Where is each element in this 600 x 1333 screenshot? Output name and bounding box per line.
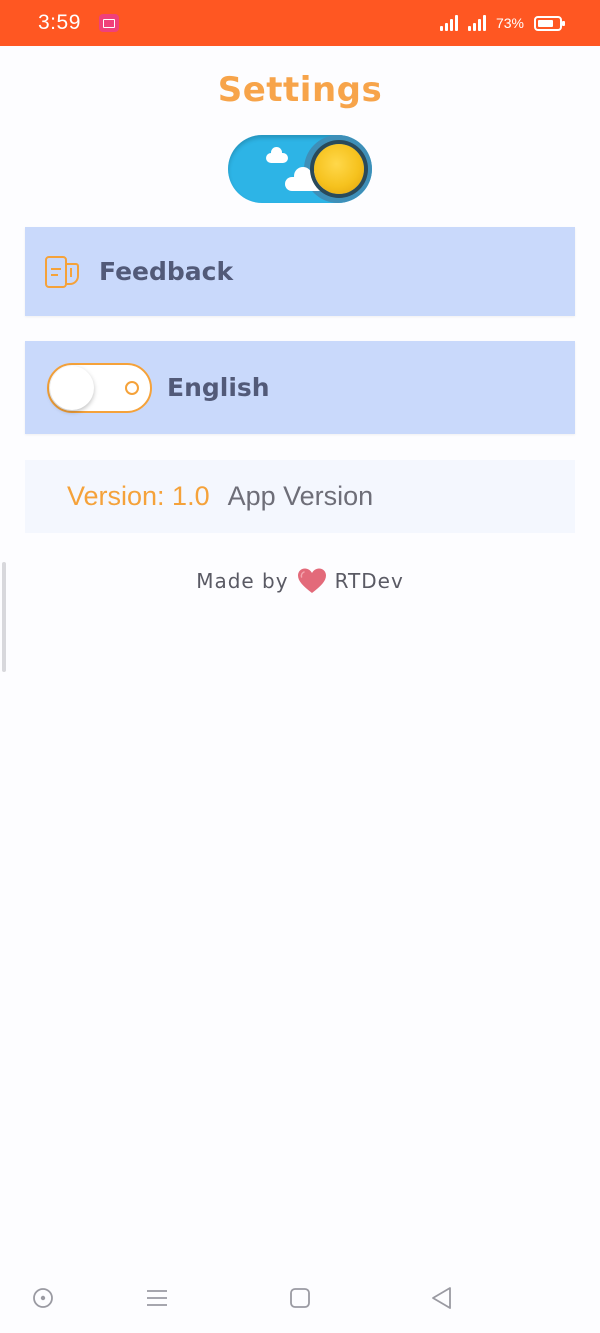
back-icon[interactable] (429, 1285, 455, 1311)
home-icon[interactable] (287, 1285, 313, 1311)
menu-icon[interactable] (144, 1285, 170, 1311)
feedback-card[interactable]: Feedback (25, 227, 575, 316)
status-indicators: 73% (439, 15, 565, 31)
assistant-icon[interactable] (30, 1285, 56, 1311)
toggle-knob (50, 365, 94, 410)
signal-icon (467, 15, 486, 31)
screen-record-icon (98, 14, 119, 32)
system-nav-bar (0, 1270, 600, 1324)
heart-icon (297, 568, 326, 593)
status-bar: 3:59 73% (0, 0, 600, 46)
battery-icon (534, 15, 565, 31)
battery-fill (538, 19, 553, 27)
language-label: English (167, 373, 270, 402)
theme-toggle[interactable] (228, 135, 372, 203)
page-title: Settings (217, 70, 383, 110)
battery-percent: 73% (495, 15, 524, 31)
feedback-label: Feedback (99, 257, 234, 286)
version-label: App Version (227, 481, 374, 511)
toggle-off-indicator-icon (125, 380, 139, 395)
feedback-icon (45, 255, 79, 288)
scroll-indicator (2, 562, 6, 672)
author-text: RTDev (334, 569, 404, 593)
version-card: Version: 1.0 App Version (25, 460, 575, 533)
status-time: 3:59 (38, 11, 81, 34)
version-value: Version: 1.0 (67, 481, 210, 511)
language-card: English (25, 341, 575, 434)
sun-icon (314, 144, 364, 194)
cloud-icon (266, 147, 288, 163)
made-by-text: Made by (196, 569, 289, 593)
language-toggle[interactable] (47, 362, 152, 413)
signal-icon (439, 15, 458, 31)
footer-credit: Made by RTDev (0, 567, 600, 595)
